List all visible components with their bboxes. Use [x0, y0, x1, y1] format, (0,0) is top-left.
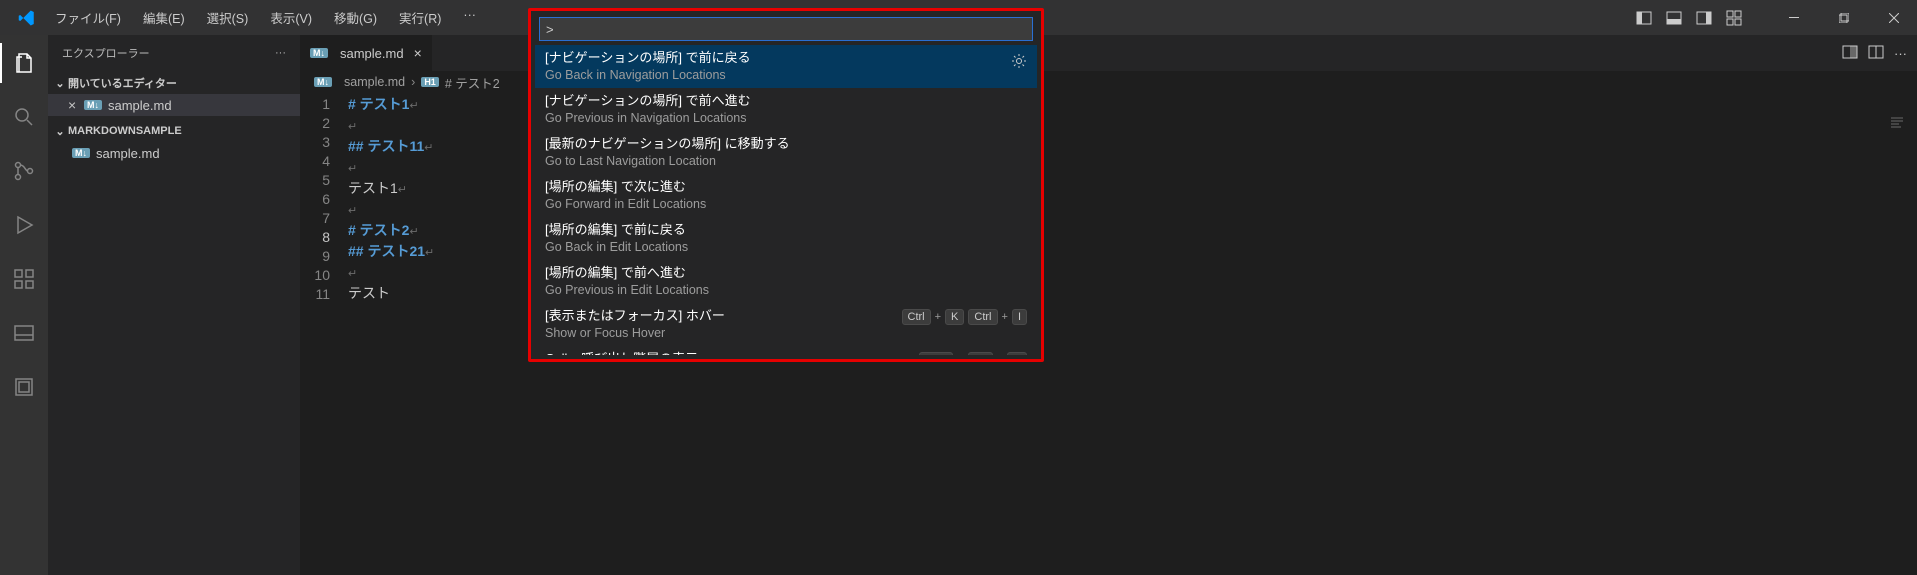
command-palette-item[interactable]: [場所の編集] で次に進むGo Forward in Edit Location… [535, 174, 1037, 217]
markdown-file-icon: M↓ [84, 100, 102, 110]
open-editor-filename: sample.md [108, 98, 172, 113]
menu-item[interactable]: 表示(V) [261, 4, 321, 31]
close-button[interactable] [1871, 0, 1917, 35]
menu-item[interactable]: ファイル(F) [46, 4, 130, 31]
markdown-file-icon: M↓ [72, 148, 90, 158]
more-icon[interactable]: ··· [1894, 46, 1907, 61]
command-palette-input[interactable] [539, 17, 1033, 41]
menu-item[interactable]: ··· [454, 4, 485, 31]
layout-panel-bottom-icon[interactable] [1663, 7, 1685, 29]
explorer-title: エクスプローラー [62, 45, 150, 61]
menu-item[interactable]: 選択(S) [198, 4, 258, 31]
activity-explorer[interactable] [0, 43, 48, 83]
markdown-file-icon: M↓ [314, 77, 332, 87]
close-icon[interactable]: × [68, 97, 84, 113]
explorer-sidebar: エクスプローラー ··· ⌄ 開いているエディター × M↓ sample.md… [48, 35, 300, 575]
chevron-right-icon: › [411, 75, 415, 89]
gear-icon[interactable] [1011, 53, 1027, 72]
activity-panel[interactable] [0, 313, 48, 353]
command-palette-item[interactable]: [ナビゲーションの場所] で前へ進むGo Previous in Navigat… [535, 88, 1037, 131]
command-palette-list: [ナビゲーションの場所] で前に戻るGo Back in Navigation … [535, 45, 1037, 355]
activity-extensions[interactable] [0, 259, 48, 299]
preview-side-icon[interactable] [1842, 44, 1858, 63]
minimap-region[interactable] [1887, 115, 1907, 129]
maximize-button[interactable] [1821, 0, 1867, 35]
command-palette-item[interactable]: [表示またはフォーカス] ホバーShow or Focus HoverCtrl+… [535, 303, 1037, 346]
menu-bar: ファイル(F)編集(E)選択(S)表示(V)移動(G)実行(R)··· [46, 4, 485, 31]
minimize-button[interactable] [1771, 0, 1817, 35]
file-row[interactable]: M↓ sample.md [48, 142, 300, 164]
command-palette-item[interactable]: [場所の編集] で前に戻るGo Back in Edit Locations [535, 217, 1037, 260]
menu-item[interactable]: 実行(R) [390, 4, 450, 31]
file-name: sample.md [96, 146, 160, 161]
activity-copilot[interactable] [0, 367, 48, 407]
close-icon[interactable]: × [414, 45, 422, 61]
command-palette: [ナビゲーションの場所] で前に戻るGo Back in Navigation … [528, 8, 1044, 362]
customize-layout-icon[interactable] [1723, 7, 1745, 29]
command-palette-item[interactable]: [ナビゲーションの場所] で前に戻るGo Back in Navigation … [535, 45, 1037, 88]
activity-bar [0, 35, 48, 575]
activity-debug[interactable] [0, 205, 48, 245]
command-palette-item[interactable]: Calls: 呼び出し階層の表示Calls: Show Call Hierarc… [535, 346, 1037, 355]
menu-item[interactable]: 移動(G) [325, 4, 386, 31]
breadcrumb-symbol: # テスト2 [445, 73, 500, 92]
folder-header[interactable]: ⌄ MARKDOWNSAMPLE [48, 120, 300, 142]
activity-search[interactable] [0, 97, 48, 137]
layout-panel-left-icon[interactable] [1633, 7, 1655, 29]
menu-item[interactable]: 編集(E) [134, 4, 194, 31]
command-palette-item[interactable]: [最新のナビゲーションの場所] に移動するGo to Last Navigati… [535, 131, 1037, 174]
activity-scm[interactable] [0, 151, 48, 191]
vscode-icon [18, 9, 36, 27]
editor-tab[interactable]: M↓ sample.md × [300, 35, 433, 71]
markdown-file-icon: M↓ [310, 48, 328, 58]
explorer-more-icon[interactable]: ··· [275, 47, 286, 59]
tab-label: sample.md [340, 46, 404, 61]
layout-panel-right-icon[interactable] [1693, 7, 1715, 29]
open-editor-item[interactable]: × M↓ sample.md [48, 94, 300, 116]
command-palette-item[interactable]: [場所の編集] で前へ進むGo Previous in Edit Locatio… [535, 260, 1037, 303]
chevron-down-icon: ⌄ [52, 77, 68, 90]
chevron-down-icon: ⌄ [52, 125, 68, 138]
heading-icon: H1 [421, 77, 439, 87]
breadcrumb-file: sample.md [344, 75, 405, 89]
open-editors-header[interactable]: ⌄ 開いているエディター [48, 72, 300, 94]
split-editor-icon[interactable] [1868, 44, 1884, 63]
